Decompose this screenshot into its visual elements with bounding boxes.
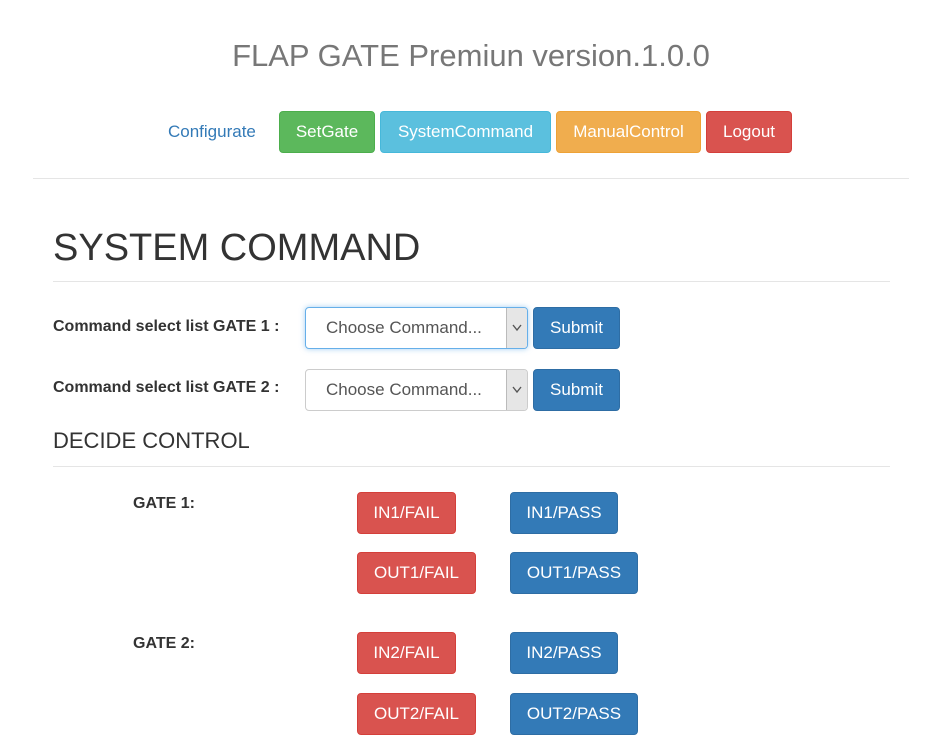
gate2-label: GATE 2: <box>133 635 195 652</box>
nav-manual-control-button[interactable]: ManualControl <box>556 111 701 153</box>
top-nav: Configurate SetGate SystemCommand Manual… <box>0 111 942 153</box>
command-gate2-submit-button[interactable]: Submit <box>533 369 620 411</box>
nav-logout-button[interactable]: Logout <box>706 111 792 153</box>
title-divider <box>53 281 890 282</box>
in2-fail-button[interactable]: IN2/FAIL <box>357 632 456 674</box>
out2-pass-button[interactable]: OUT2/PASS <box>510 693 638 735</box>
command-gate1-submit-button[interactable]: Submit <box>533 307 620 349</box>
out2-fail-button[interactable]: OUT2/FAIL <box>357 693 476 735</box>
out1-pass-button[interactable]: OUT1/PASS <box>510 552 638 594</box>
command-gate1-selected-value: Choose Command... <box>326 318 482 337</box>
command-gate1-select[interactable]: Choose Command... <box>305 307 528 349</box>
command-gate2-select[interactable]: Choose Command... <box>305 369 528 411</box>
out1-fail-button[interactable]: OUT1/FAIL <box>357 552 476 594</box>
nav-setgate-button[interactable]: SetGate <box>279 111 375 153</box>
in2-pass-button[interactable]: IN2/PASS <box>510 632 618 674</box>
chevron-down-icon[interactable] <box>506 308 527 348</box>
in1-pass-button[interactable]: IN1/PASS <box>510 492 618 534</box>
gate1-label: GATE 1: <box>133 495 195 512</box>
page-title: SYSTEM COMMAND <box>53 227 421 269</box>
decide-control-title: DECIDE CONTROL <box>53 428 250 453</box>
command-gate2-label: Command select list GATE 2 : <box>53 379 280 396</box>
nav-configurate-link[interactable]: Configurate <box>168 111 256 153</box>
command-gate1-label: Command select list GATE 1 : <box>53 318 280 335</box>
page: FLAP GATE Premiun version.1.0.0 Configur… <box>0 0 942 754</box>
header-divider <box>33 178 909 179</box>
command-gate2-selected-value: Choose Command... <box>326 380 482 399</box>
chevron-down-icon[interactable] <box>506 370 527 410</box>
app-title: FLAP GATE Premiun version.1.0.0 <box>232 38 710 73</box>
nav-system-command-button[interactable]: SystemCommand <box>380 111 551 153</box>
decide-divider <box>53 466 890 467</box>
in1-fail-button[interactable]: IN1/FAIL <box>357 492 456 534</box>
